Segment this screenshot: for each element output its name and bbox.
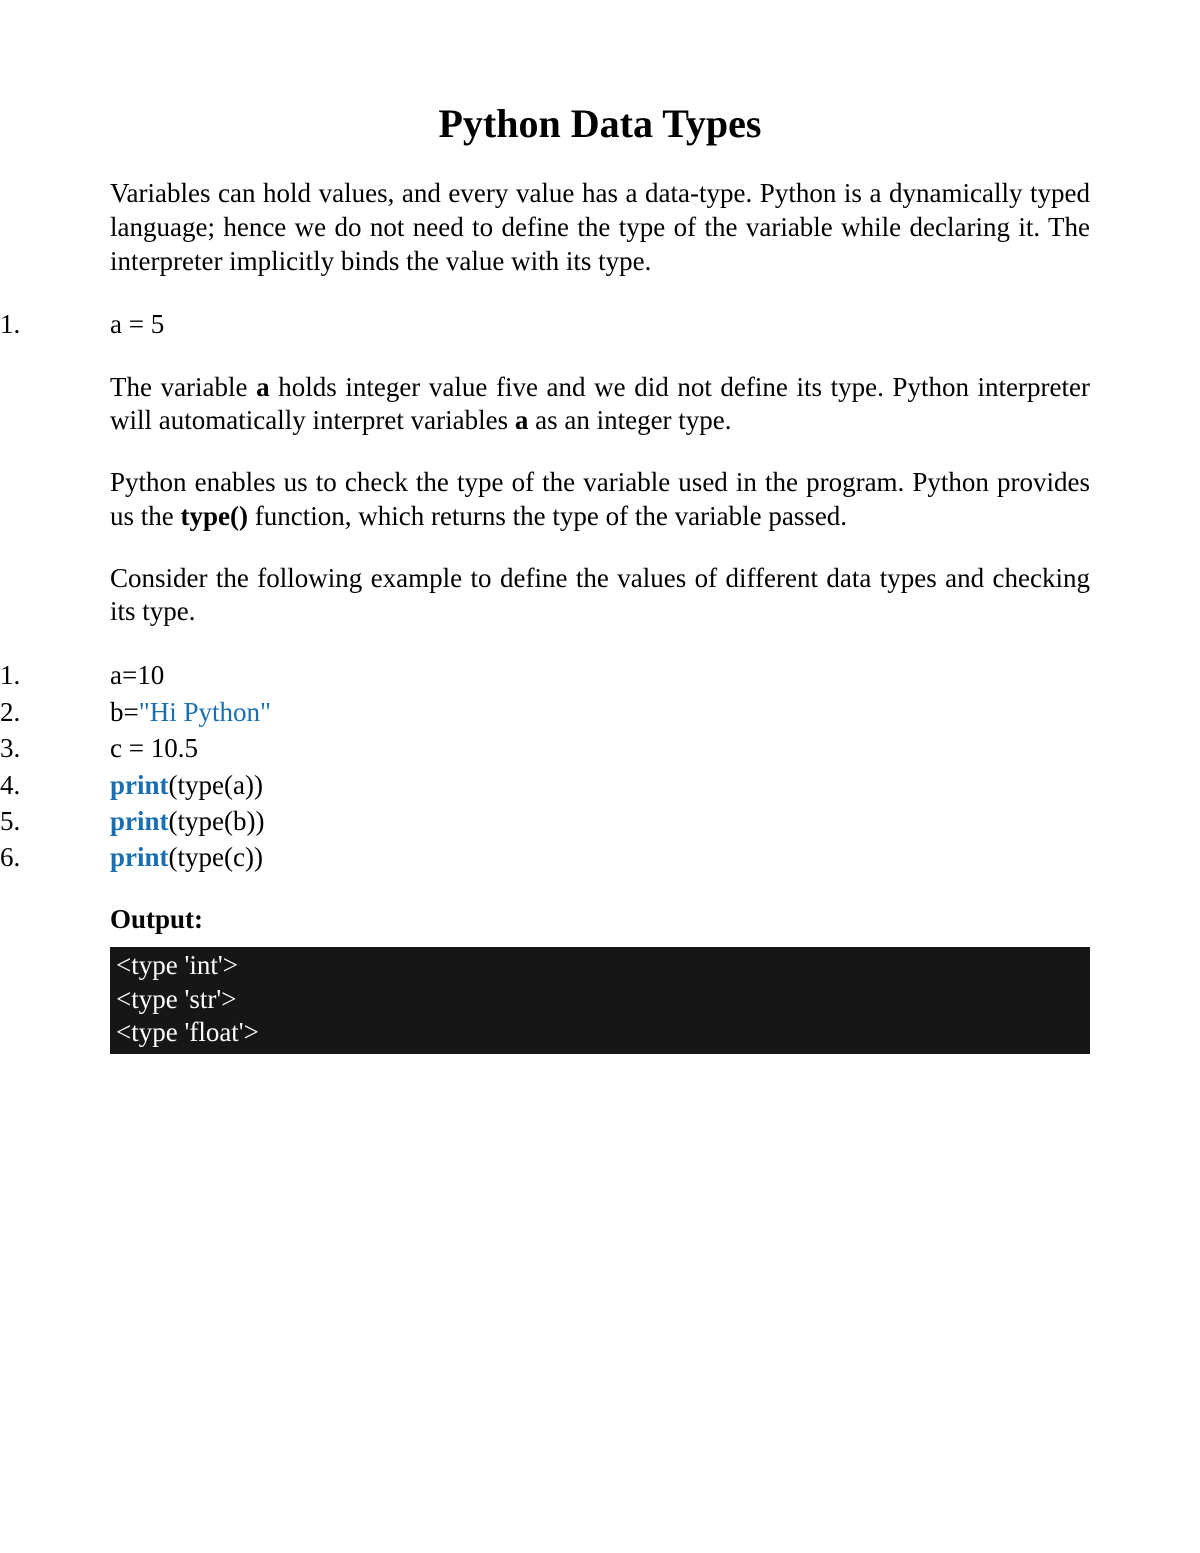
line-number: 2.: [0, 694, 40, 730]
line-number: 3.: [0, 730, 40, 766]
code-line: 2.b="Hi Python": [0, 694, 1090, 730]
output-line: <type 'float'>: [116, 1016, 1084, 1050]
code-line: 1. a=10: [0, 657, 1090, 693]
line-number: 1.: [0, 306, 40, 342]
code-token: (type(a)): [169, 770, 263, 800]
code-line: 5.print(type(b)): [0, 803, 1090, 839]
text-span: function, which returns the type of the …: [248, 501, 847, 531]
code-line: 4.print(type(a)): [0, 767, 1090, 803]
output-box: <type 'int'><type 'str'><type 'float'>: [110, 947, 1090, 1054]
line-number: 1.: [0, 657, 40, 693]
code-token: (type(c)): [169, 842, 263, 872]
keyword-token: print: [110, 770, 169, 800]
line-number: 5.: [0, 803, 40, 839]
code-text: b="Hi Python": [40, 694, 271, 730]
paragraph-2: The variable a holds integer value five …: [110, 371, 1090, 439]
code-token: (type(b)): [169, 806, 265, 836]
text-span: as an integer type.: [528, 405, 731, 435]
string-token: "Hi Python": [139, 697, 271, 727]
bold-text: a: [515, 405, 529, 435]
code-text: c = 10.5: [40, 730, 198, 766]
page-title: Python Data Types: [110, 100, 1090, 147]
code-text: print(type(c)): [40, 839, 263, 875]
paragraph-4: Consider the following example to define…: [110, 562, 1090, 630]
line-number: 4.: [0, 767, 40, 803]
code-text: a=10: [40, 657, 164, 693]
output-label: Output:: [110, 904, 1090, 935]
example-1-block: 1. a = 5: [0, 306, 1090, 342]
line-number: 6.: [0, 839, 40, 875]
bold-text: a: [256, 372, 270, 402]
paragraph-3: Python enables us to check the type of t…: [110, 466, 1090, 534]
code-line: 1. a = 5: [0, 306, 1090, 342]
code-text: print(type(b)): [40, 803, 264, 839]
code-block: 1.a=102.b="Hi Python"3.c = 10.54.print(t…: [0, 657, 1090, 876]
output-line: <type 'int'>: [116, 949, 1084, 983]
output-line: <type 'str'>: [116, 983, 1084, 1017]
code-token: b=: [110, 697, 139, 727]
code-text: print(type(a)): [40, 767, 263, 803]
keyword-token: print: [110, 842, 169, 872]
code-token: c = 10.5: [110, 733, 198, 763]
bold-text: type(): [181, 501, 248, 531]
code-token: a=10: [110, 660, 164, 690]
intro-paragraph: Variables can hold values, and every val…: [110, 177, 1090, 278]
code-text: a = 5: [40, 306, 164, 342]
code-line: 3. c = 10.5: [0, 730, 1090, 766]
text-span: The variable: [110, 372, 256, 402]
keyword-token: print: [110, 806, 169, 836]
code-line: 6.print(type(c)): [0, 839, 1090, 875]
